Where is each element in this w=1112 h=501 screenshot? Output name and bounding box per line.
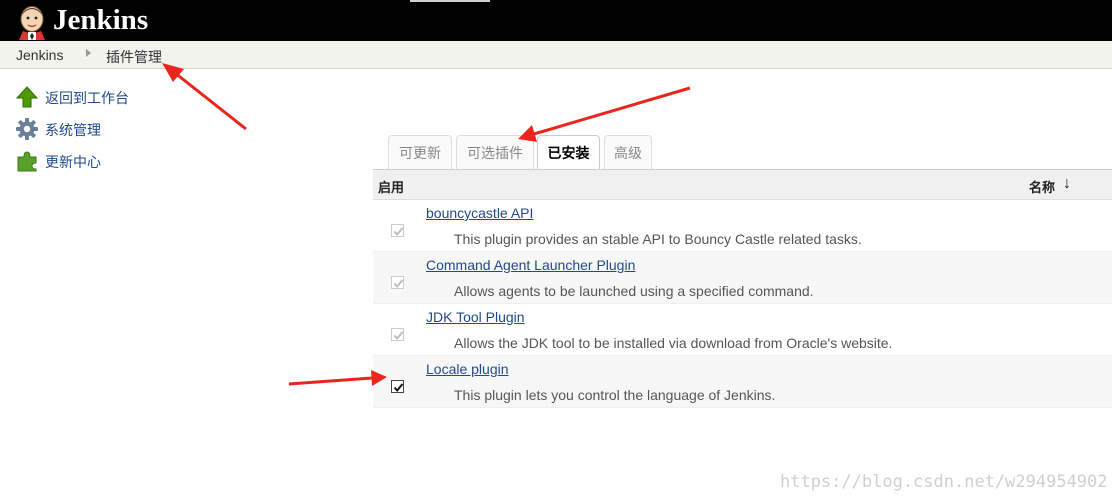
watermark: https://blog.csdn.net/w294954902 bbox=[780, 472, 1108, 492]
annotation-arrows bbox=[162, 63, 691, 386]
